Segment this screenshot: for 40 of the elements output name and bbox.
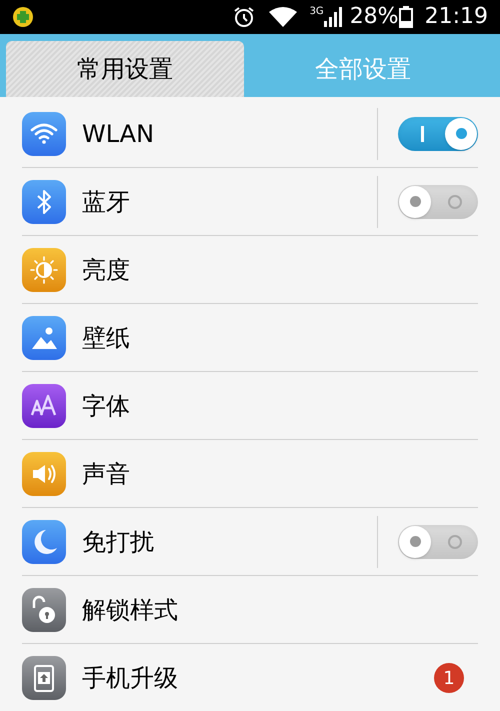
network-type: 3G (310, 7, 324, 17)
row-label: WLAN (82, 118, 154, 150)
alarm-icon (232, 5, 256, 29)
app-icon (12, 6, 34, 28)
settings-row[interactable]: WLAN (22, 100, 478, 168)
settings-row[interactable]: 解锁样式 (22, 576, 478, 644)
battery-icon (398, 6, 413, 28)
settings-row[interactable]: 亮度 (22, 236, 478, 304)
row-label: 手机升级 (82, 663, 178, 694)
battery-percent: 28% (350, 6, 399, 28)
wifi-icon (22, 112, 66, 156)
unlock-icon (22, 588, 66, 632)
moon-icon (22, 520, 66, 564)
row-label: 蓝牙 (82, 186, 130, 218)
toggle-switch[interactable] (398, 184, 478, 218)
clock: 21:19 (424, 6, 488, 28)
settings-row[interactable]: 手机升级 1 (22, 644, 478, 711)
row-label: 字体 (82, 390, 130, 422)
tab[interactable]: 常用设置 (6, 41, 244, 97)
upgrade-icon (22, 656, 66, 700)
settings-row[interactable]: 免打扰 (22, 508, 478, 576)
settings-row[interactable]: 蓝牙 (22, 168, 478, 236)
speaker-icon (22, 452, 66, 496)
row-label: 免打扰 (82, 526, 154, 558)
settings-row[interactable]: 壁纸 (22, 304, 478, 372)
picture-icon (22, 316, 66, 360)
brightness-icon (22, 248, 66, 292)
row-label: 声音 (82, 458, 130, 490)
settings-row[interactable]: 声音 (22, 440, 478, 508)
row-label: 壁纸 (82, 322, 130, 354)
bluetooth-icon (22, 180, 66, 224)
row-label: 解锁样式 (82, 594, 178, 626)
font-icon (22, 384, 66, 428)
toggle-switch[interactable] (398, 116, 478, 150)
signal-icon (324, 7, 342, 27)
notification-badge: 1 (434, 663, 464, 693)
toggle-switch[interactable] (398, 524, 478, 558)
settings-row[interactable]: 字体 (22, 372, 478, 440)
row-label: 亮度 (82, 254, 130, 286)
wifi-icon (268, 6, 298, 28)
